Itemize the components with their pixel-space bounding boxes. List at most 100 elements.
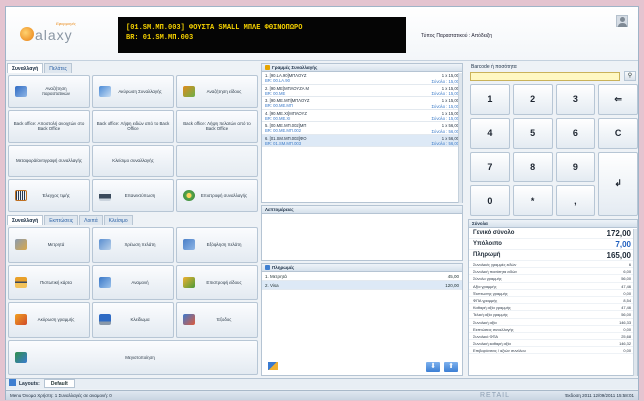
- item-return-icon: [183, 276, 195, 288]
- key-enter[interactable]: ↲: [598, 151, 638, 216]
- key-multiply[interactable]: *: [512, 185, 553, 216]
- details-panel-header: Λεπτομέρειες: [262, 206, 462, 214]
- tab-closing[interactable]: Κλείσιμο: [103, 215, 133, 225]
- total-row: Συνολικές γραμμές ειδών 6: [469, 261, 637, 269]
- close-transaction-button[interactable]: Κλείσιμο συναλλαγής: [92, 144, 174, 178]
- hold-button[interactable]: Αναμονή: [92, 264, 174, 300]
- tab-transaction-bottom[interactable]: Συναλλαγή: [7, 215, 44, 225]
- key-2[interactable]: 2: [512, 84, 553, 115]
- button-label: Μεταφορά/αντιγραφή συναλλαγής: [15, 158, 82, 164]
- numeric-keypad: 1 2 3 ⇐ 4 5 6 C 7 8 9 ↲ 0 * ,: [470, 84, 638, 216]
- lock-screen-icon: [99, 314, 111, 326]
- display-line-2: BR: 01.SM.ΜΠ.003: [126, 34, 194, 42]
- key-1[interactable]: 1: [470, 84, 510, 115]
- total-value: 7,00: [615, 240, 631, 249]
- transaction-line[interactable]: 3. [90.ΜΕ.ΜΠ]ΜΠΛΟΥΖ BR: 00.ΜΕ.ΜΠ 1 x 15,00…: [262, 97, 462, 110]
- transaction-line[interactable]: 4. [90.ΜΕ.ΧΙ]ΜΠΛΟΥΖ BR: 00.ΜΕ.ΧΙ 1 x 15,00…: [262, 110, 462, 122]
- transaction-line[interactable]: 1. [90.LA.90]ΜΠΛΟΥΖ BR: 00.LA.90 1 x 15,00…: [262, 72, 462, 85]
- search-icon[interactable]: ⚲: [624, 71, 636, 81]
- status-text: Menu Όνομα Χρήστη: 1 Συναλλαγές σε αναμο…: [10, 393, 112, 398]
- tab-other[interactable]: Λοιπά: [79, 215, 103, 225]
- hold-icon: [99, 276, 111, 288]
- item-return-button[interactable]: Επιστροφή είδους: [176, 264, 258, 300]
- key-8[interactable]: 8: [512, 151, 553, 183]
- line-sum: Σύνολο : 15,00: [431, 78, 459, 84]
- search-documents-button[interactable]: Αναζήτηση παραστατικών: [8, 75, 90, 108]
- transaction-line[interactable]: 2. [90.ΜΕ]ΜΠΛΟΥΖΑ Μ BR: 00.ME 1 x 15,00 Σύν…: [262, 85, 462, 97]
- customer-charge-button[interactable]: Χρέωση πελάτη: [92, 227, 174, 263]
- total-major-row: Γενικό σύνολο 172,00: [469, 228, 637, 239]
- transaction-line[interactable]: 5. [00.ΜΕ.ΜΠ.002]ΜΠ BR: 00.ΜΕ.ΜΠ.002 1 x 5…: [262, 122, 462, 135]
- empty-button[interactable]: [176, 144, 258, 178]
- maximize-button[interactable]: Μεγιστοποίηση: [8, 339, 258, 375]
- total-value: 8,54: [623, 297, 631, 303]
- key-4[interactable]: 4: [470, 117, 510, 149]
- tab-customers[interactable]: Πελάτες: [44, 63, 72, 73]
- layout-tab-default[interactable]: Default: [43, 379, 75, 388]
- price-check-button[interactable]: Έλεγχος τιμής: [8, 179, 90, 212]
- lines-scrollbar[interactable]: [458, 73, 462, 203]
- bo-get-customers-button[interactable]: Back office: Λήψη πελατών από το Back Of…: [176, 109, 258, 143]
- cancel-transaction-button[interactable]: Ακύρωση Συναλλαγής: [92, 75, 174, 108]
- cancel-line-icon: [15, 314, 27, 326]
- button-label: Κλείσιμο συναλλαγής: [112, 158, 154, 164]
- transfer-transaction-button[interactable]: Μεταφορά/αντιγραφή συναλλαγής: [8, 144, 90, 178]
- line-qty: 1 x 15,00: [441, 98, 459, 103]
- payments-tool-icon[interactable]: [268, 362, 278, 370]
- line-code: BR: 00.LA.90: [265, 78, 290, 83]
- details-panel-title: Λεπτομέρειες: [265, 207, 294, 212]
- payment-row[interactable]: 1. Μετρητά 45,00: [262, 272, 462, 281]
- line-sum: Σύνολο : 56,00: [431, 141, 459, 146]
- totals-scrollbar[interactable]: [633, 229, 637, 376]
- key-5[interactable]: 5: [512, 117, 553, 149]
- scroll-down-button[interactable]: ⬇: [426, 362, 440, 372]
- credit-card-button[interactable]: Πιστωτική κάρτα: [8, 264, 90, 300]
- payment-row[interactable]: 2. Visa 120,00: [262, 281, 462, 290]
- key-3[interactable]: 3: [555, 84, 596, 115]
- button-label: Back office: Λήψη ειδών από το Back Offi…: [96, 120, 170, 132]
- bo-send-open-button[interactable]: Back office: Αποστολή ανοιχτών στο Back …: [8, 109, 90, 143]
- customer-payoff-button[interactable]: Εξόφληση πελάτη: [176, 227, 258, 263]
- status-bar: Menu Όνομα Χρήστη: 1 Συναλλαγές σε αναμο…: [6, 390, 638, 400]
- total-label: Γενικό σύνολο: [473, 230, 515, 236]
- tab-discounts[interactable]: Εκπτώσεις: [44, 215, 79, 225]
- total-label: Συνολικές γραμμές ειδών: [473, 262, 517, 267]
- total-label: Συνολική καθαρή αξία: [473, 341, 511, 347]
- barcode-area: Barcode ή ποσότητα ⚲: [468, 63, 638, 83]
- lock-button[interactable]: Κλείδωμα: [92, 302, 174, 338]
- scroll-up-button[interactable]: ⬆: [444, 362, 458, 372]
- key-0[interactable]: 0: [470, 185, 510, 216]
- binoculars-icon: [15, 85, 27, 97]
- total-row: ΦΠΑ γραμμής 8,54: [469, 297, 637, 305]
- cash-button[interactable]: Μετρητά: [8, 227, 90, 263]
- key-6[interactable]: 6: [555, 117, 596, 149]
- search-item-button[interactable]: Αναζήτηση είδους: [176, 75, 258, 108]
- customer-display: [01.SM.ΜΠ.003] ΦΟΥΣΤΑ SMALL ΜΠΛΕ ΦΘΙΝΟΠΩ…: [118, 17, 406, 53]
- totals-rows: Συνολικές γραμμές ειδών 6 Συνολική ποσότητ…: [469, 261, 637, 355]
- button-label: Back office: Λήψη πελατών από το Back Of…: [183, 120, 251, 132]
- total-row: Συνολική αξία 146,33: [469, 319, 637, 326]
- bo-get-items-button[interactable]: Back office: Λήψη ειδών από το Back Offi…: [92, 109, 174, 143]
- reprint-button[interactable]: Επανεκτύπωση: [92, 179, 174, 212]
- top-tabbar: Συναλλαγή Πελάτες: [7, 63, 73, 73]
- key-backspace[interactable]: ⇐: [598, 84, 638, 115]
- key-9[interactable]: 9: [555, 151, 596, 183]
- total-row: Αξία γραμμής 47,46: [469, 283, 637, 290]
- key-comma[interactable]: ,: [555, 185, 596, 216]
- total-row: Επιβαρύνσεις / αξιών συνόλου 0,00: [469, 347, 637, 355]
- bottom-tabbar: Συναλλαγή Εκπτώσεις Λοιπά Κλείσιμο: [7, 215, 134, 225]
- tab-transaction[interactable]: Συναλλαγή: [7, 63, 44, 73]
- line-sum: Σύνολο : 56,00: [431, 128, 459, 134]
- total-label: Τελική αξία γραμμής: [473, 312, 508, 318]
- cancel-line-button[interactable]: Ακύρωση γραμμής: [8, 302, 90, 338]
- line-qty: 1 x 56,00: [441, 135, 459, 141]
- exit-button[interactable]: Έξοδος: [176, 302, 258, 338]
- key-7[interactable]: 7: [470, 151, 510, 183]
- barcode-input[interactable]: [470, 72, 620, 81]
- key-clear[interactable]: C: [598, 117, 638, 149]
- user-icon[interactable]: [616, 15, 628, 27]
- transaction-line[interactable]: 6. [01.SM.ΜΠ.003]ΦΟ BR: 01.SM.ΜΠ.003 1 x 5…: [262, 134, 462, 147]
- customer-payoff-icon: [183, 239, 195, 251]
- total-label: Επιβαρύνσεις / αξιών συνόλου: [473, 348, 526, 354]
- return-transaction-button[interactable]: Επιστροφή συναλλαγής: [176, 179, 258, 212]
